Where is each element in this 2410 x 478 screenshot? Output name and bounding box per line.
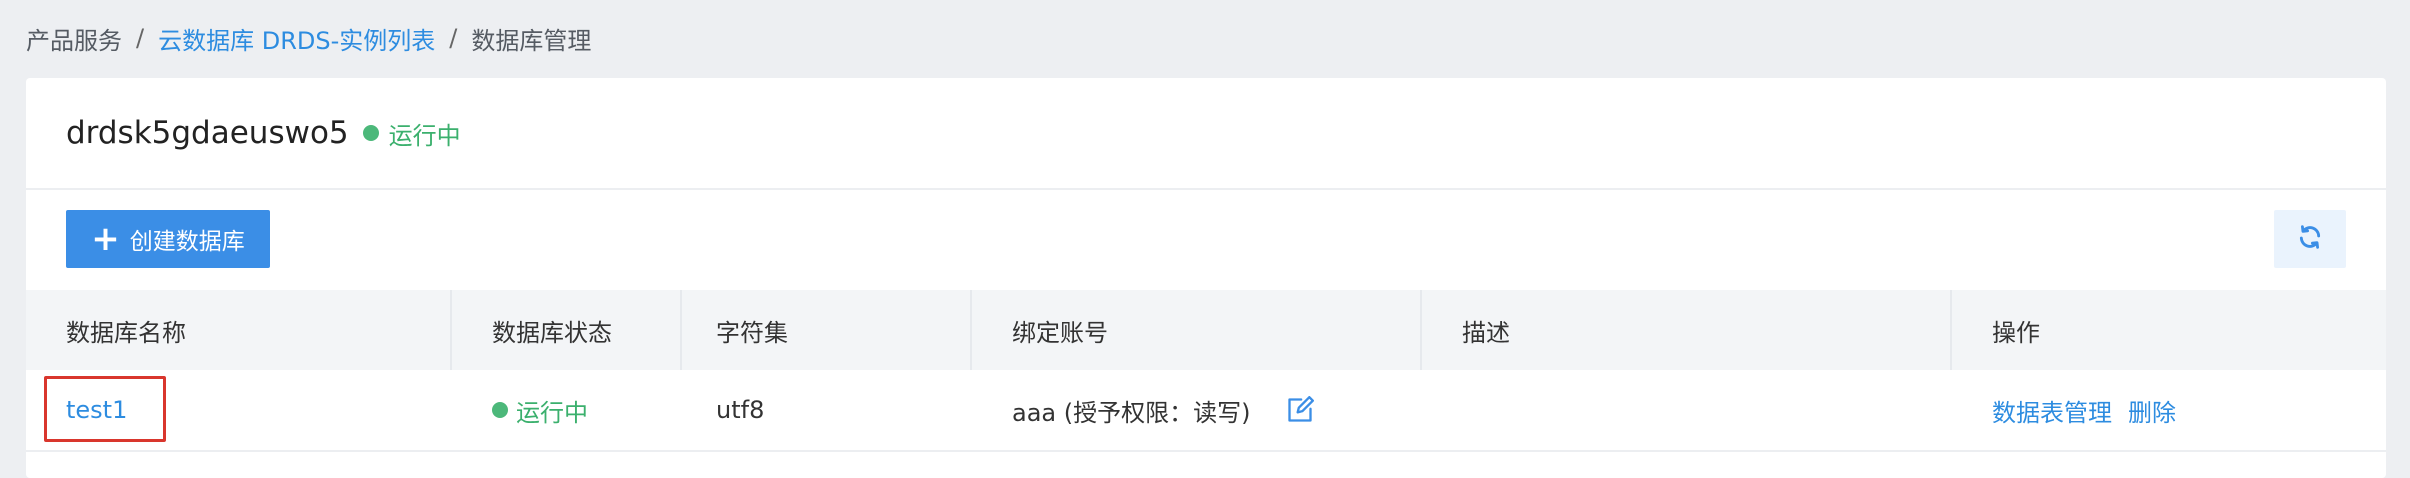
plus-icon: + <box>91 219 120 259</box>
database-table: 数据库名称 数据库状态 字符集 绑定账号 描述 操作 test1 运行中 utf… <box>26 290 2386 452</box>
column-header-status[interactable]: 数据库状态 <box>452 290 682 370</box>
column-header-account[interactable]: 绑定账号 <box>972 290 1422 370</box>
database-status: 运行中 <box>516 398 588 427</box>
toolbar: + 创建数据库 <box>26 190 2386 290</box>
breadcrumb-separator: / <box>136 24 145 52</box>
refresh-icon <box>2297 224 2323 254</box>
create-database-label: 创建数据库 <box>129 229 245 255</box>
column-header-name[interactable]: 数据库名称 <box>26 290 452 370</box>
status-dot-icon <box>362 125 379 141</box>
manage-tables-link[interactable]: 数据表管理 <box>1992 393 2112 428</box>
column-header-actions: 操作 <box>1992 318 2040 347</box>
bound-account: aaa (授予权限：读写) <box>1012 398 1251 427</box>
breadcrumb-instance-list[interactable]: 云数据库 DRDS-实例列表 <box>158 21 435 56</box>
instance-status: 运行中 <box>388 121 461 150</box>
breadcrumb: 产品服务 / 云数据库 DRDS-实例列表 / 数据库管理 <box>26 18 591 58</box>
instance-name: drdsk5gdaeuswo5 <box>66 115 349 151</box>
status-dot-icon <box>492 402 508 418</box>
edit-icon[interactable] <box>1286 396 1315 424</box>
table-row: test1 运行中 utf8 aaa (授予权限：读写) 数据表管理 删除 <box>26 370 2386 452</box>
column-header-description[interactable]: 描述 <box>1422 290 1952 370</box>
refresh-button[interactable] <box>2274 210 2346 268</box>
cell-description <box>1422 370 1952 450</box>
cell-status: 运行中 <box>452 370 682 450</box>
breadcrumb-current: 数据库管理 <box>471 26 592 55</box>
column-header-charset[interactable]: 字符集 <box>682 290 972 370</box>
charset-value: utf8 <box>716 396 765 424</box>
selection-highlight <box>44 376 166 442</box>
table-header-row: 数据库名称 数据库状态 字符集 绑定账号 描述 操作 <box>26 290 2386 370</box>
breadcrumb-separator: / <box>449 24 458 52</box>
cell-charset: utf8 <box>682 370 972 450</box>
delete-link[interactable]: 删除 <box>2128 393 2176 428</box>
create-database-button[interactable]: + 创建数据库 <box>66 210 270 268</box>
database-panel: drdsk5gdaeuswo5 运行中 + 创建数据库 数据库名称 数据库状态 … <box>26 78 2386 478</box>
breadcrumb-products[interactable]: 产品服务 <box>26 21 122 56</box>
instance-header: drdsk5gdaeuswo5 运行中 <box>26 78 2386 190</box>
cell-actions: 数据表管理 删除 <box>1952 370 2386 450</box>
cell-account: aaa (授予权限：读写) <box>972 370 1422 450</box>
